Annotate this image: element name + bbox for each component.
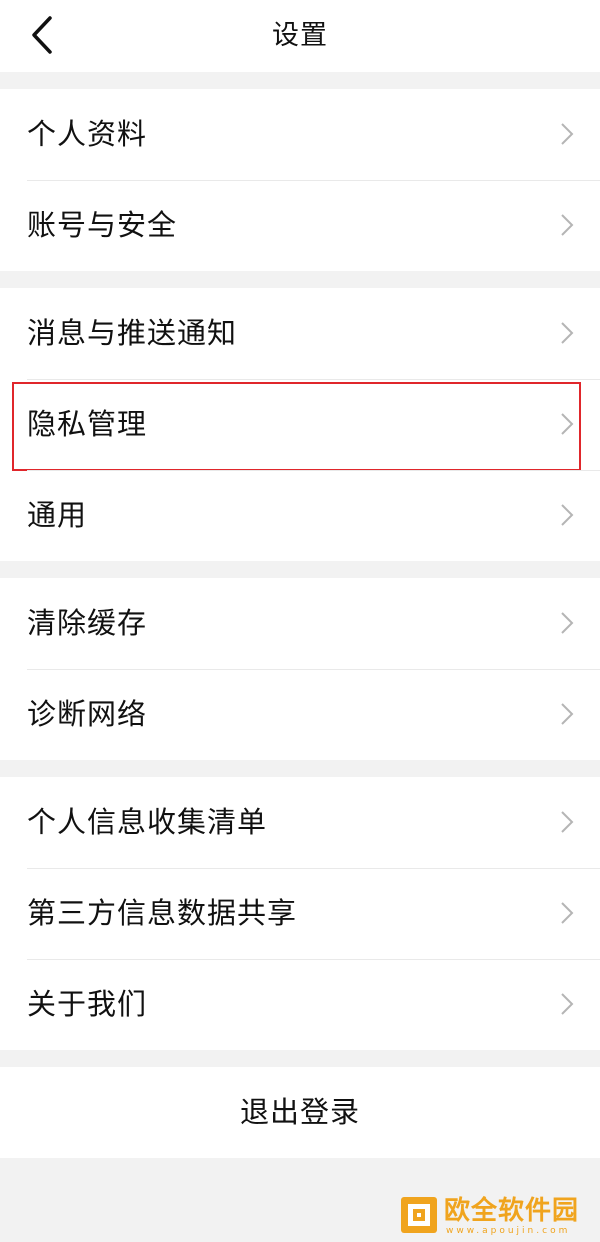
settings-item-label: 隐私管理 <box>27 407 148 441</box>
settings-item-label: 诊断网络 <box>27 697 148 731</box>
top-bar: 设置 <box>0 0 600 72</box>
settings-group-general: 消息与推送通知 隐私管理 通用 <box>0 288 600 561</box>
settings-item-label: 清除缓存 <box>27 606 148 640</box>
settings-item-third-party-sharing[interactable]: 第三方信息数据共享 <box>0 868 600 959</box>
page-title: 设置 <box>272 20 328 51</box>
settings-item-label: 关于我们 <box>27 987 148 1021</box>
watermark: 欧全软件园 www.apoujin.com <box>400 1196 600 1242</box>
settings-item-clear-cache[interactable]: 清除缓存 <box>0 578 600 669</box>
settings-item-personal-info-list[interactable]: 个人信息收集清单 <box>0 777 600 868</box>
settings-group-maintenance: 清除缓存 诊断网络 <box>0 578 600 760</box>
watermark-title: 欧全软件园 <box>444 1196 580 1226</box>
chevron-right-icon <box>561 413 574 435</box>
settings-item-network-diagnosis[interactable]: 诊断网络 <box>0 669 600 760</box>
chevron-right-icon <box>561 504 574 526</box>
chevron-right-icon <box>561 612 574 634</box>
settings-item-label: 消息与推送通知 <box>27 316 238 350</box>
watermark-url: www.apoujin.com <box>446 1226 571 1236</box>
section-gap <box>0 1050 600 1067</box>
chevron-right-icon <box>561 811 574 833</box>
settings-item-label: 第三方信息数据共享 <box>27 896 298 930</box>
logout-button[interactable]: 退出登录 <box>0 1067 600 1158</box>
section-gap <box>0 561 600 578</box>
chevron-right-icon <box>561 902 574 924</box>
section-gap <box>0 271 600 288</box>
settings-item-label: 通用 <box>27 498 88 532</box>
settings-item-label: 个人信息收集清单 <box>27 805 268 839</box>
settings-item-notifications[interactable]: 消息与推送通知 <box>0 288 600 379</box>
chevron-right-icon <box>561 322 574 344</box>
settings-item-general[interactable]: 通用 <box>0 470 600 561</box>
settings-item-privacy[interactable]: 隐私管理 <box>0 379 600 471</box>
watermark-text: 欧全软件园 www.apoujin.com <box>444 1196 579 1236</box>
settings-group-account: 个人资料 账号与安全 <box>0 89 600 271</box>
settings-item-account-security[interactable]: 账号与安全 <box>0 180 600 271</box>
chevron-right-icon <box>561 993 574 1015</box>
settings-item-label: 个人资料 <box>27 117 148 151</box>
chevron-right-icon <box>561 214 574 236</box>
chevron-right-icon <box>561 703 574 725</box>
settings-item-about-us[interactable]: 关于我们 <box>0 959 600 1050</box>
settings-group-info: 个人信息收集清单 第三方信息数据共享 关于我们 <box>0 777 600 1050</box>
chevron-right-icon <box>561 123 574 145</box>
settings-item-profile[interactable]: 个人资料 <box>0 89 600 180</box>
section-gap <box>0 760 600 777</box>
section-gap <box>0 72 600 89</box>
settings-item-label: 账号与安全 <box>27 208 178 242</box>
watermark-logo-icon <box>401 1197 437 1233</box>
